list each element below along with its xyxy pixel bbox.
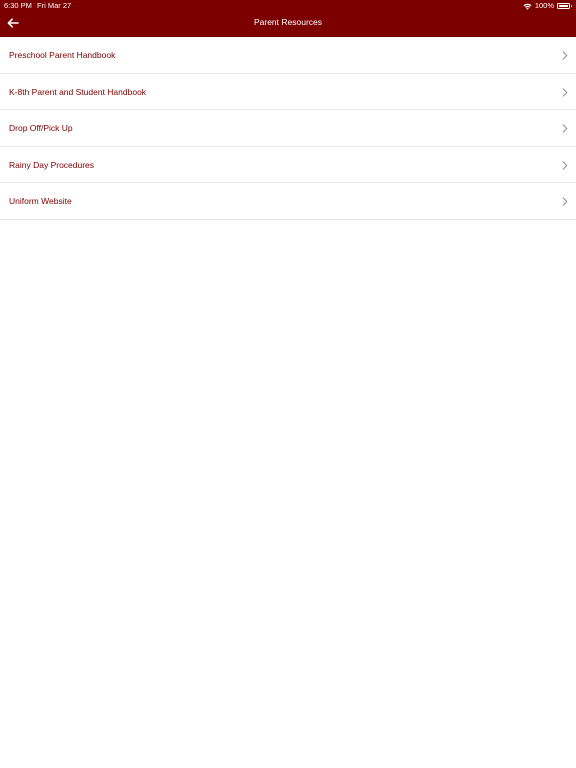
battery-percent: 100% [534,1,554,10]
list-item-label: Drop Off/Pick Up [9,123,73,134]
list-item-drop-off-pick-up[interactable]: Drop Off/Pick Up [0,110,576,147]
chevron-right-icon [562,51,568,60]
nav-bar: Parent Resources [0,12,576,37]
list-item-uniform-website[interactable]: Uniform Website [0,183,576,220]
list-item-rainy-day-procedures[interactable]: Rainy Day Procedures [0,147,576,184]
chevron-right-icon [562,197,568,206]
status-bar: 6:30 PM Fri Mar 27 100% [0,0,576,12]
list-item-label: Preschool Parent Handbook [9,50,116,60]
list-item-preschool-parent-handbook[interactable]: Preschool Parent Handbook [0,37,576,74]
chevron-right-icon [562,161,568,170]
list-item-label: Uniform Website [9,196,72,207]
battery-full-icon [557,3,572,9]
status-time: 6:30 PM [4,1,32,10]
chevron-right-icon [562,124,568,133]
wifi-icon [523,3,532,10]
page-title: Parent Resources [253,17,323,27]
resources-list: Preschool Parent Handbook K-8th Parent a… [0,37,576,220]
list-item-label: K-8th Parent and Student Handbook [9,86,147,97]
list-item-k8-parent-student-handbook[interactable]: K-8th Parent and Student Handbook [0,74,576,111]
status-indicators: 100% [523,0,572,12]
status-date: Fri Mar 27 [37,1,72,10]
list-item-label: Rainy Day Procedures [9,159,95,170]
chevron-right-icon [562,87,568,97]
app-header: 6:30 PM Fri Mar 27 100% Parent Resources [0,0,576,37]
